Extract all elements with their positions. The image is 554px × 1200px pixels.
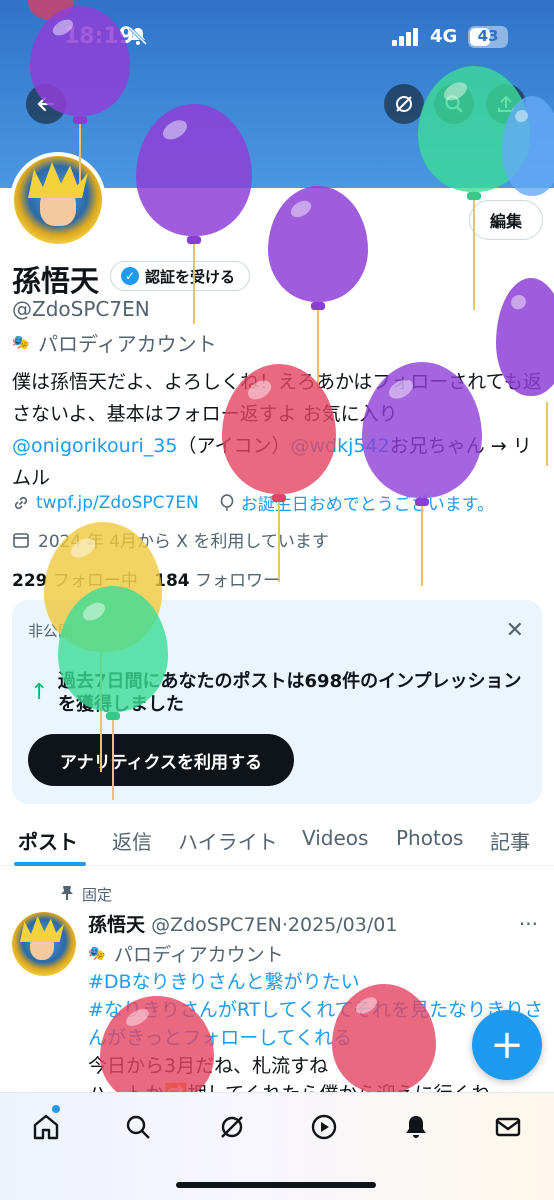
link-icon [14, 496, 28, 509]
bell-icon [406, 1116, 426, 1138]
follow-stats: 229 フォロー中 184 フォロワー [12, 566, 280, 591]
parody-mask-icon: 🎭 [12, 334, 30, 351]
search-button[interactable] [434, 84, 474, 124]
impressions-text: 過去7日間にあなたのポストは698件のインプレッションを獲得しました [58, 671, 522, 715]
status-bar: 18:19 4G 43 [0, 22, 554, 54]
arrow-up-icon: ↑ [30, 680, 49, 705]
post-parody-text: パロディアカウント [114, 944, 284, 966]
profile-avatar[interactable] [10, 152, 106, 248]
followers-count[interactable]: 184 [154, 571, 190, 591]
network-type: 4G [430, 26, 458, 47]
more-options-icon[interactable]: ··· [519, 912, 538, 936]
private-label: 非公開 [28, 622, 74, 640]
status-time: 18:19 [64, 24, 135, 49]
profile-website-link[interactable]: twpf.jp/ZdoSPC7EN [36, 493, 199, 513]
home-icon [33, 1114, 59, 1140]
bio-text: （アイコン） [177, 435, 291, 457]
parody-label-text: パロディアカウント [38, 332, 217, 356]
calendar-icon [13, 532, 29, 548]
bio-text: 僕は孫悟天だよ、よろしくね！えろあかはフォローされても返さないよ、基本はフォロー… [12, 371, 542, 425]
grok-icon [221, 1116, 243, 1138]
profile-tabs: ポスト 返信 ハイライト Videos Photos 記事 [0, 812, 554, 866]
home-indicator[interactable] [176, 1182, 376, 1188]
birthday-text[interactable]: お誕生日おめでとうございます。 [241, 490, 494, 515]
post-meta: @ZdoSPC7EN·2025/03/01 [151, 914, 398, 936]
pinned-text: 固定 [82, 886, 113, 904]
search-icon [445, 95, 463, 113]
hashtag-link[interactable]: #DBなりきりさんと繋がりたい [88, 968, 548, 996]
arrow-left-icon [37, 96, 55, 112]
back-button[interactable] [26, 84, 66, 124]
signal-icon [392, 28, 422, 46]
bio-mention-link[interactable]: @wdkj542 [291, 435, 390, 457]
nav-notifications[interactable] [398, 1109, 434, 1145]
silent-mode-icon [128, 26, 148, 51]
post-header: 孫悟天 @ZdoSPC7EN·2025/03/01 [88, 910, 397, 937]
pinned-label: 固定 [60, 884, 112, 905]
verified-check-icon: ✓ [121, 267, 139, 285]
followers-label[interactable]: フォロワー [195, 571, 280, 591]
share-button[interactable] [486, 84, 526, 124]
grok-button[interactable] [384, 84, 424, 124]
tab-photos[interactable]: Photos [396, 826, 463, 850]
nav-search[interactable] [120, 1109, 156, 1145]
close-icon[interactable]: ✕ [506, 618, 524, 643]
search-icon [126, 1115, 150, 1139]
bio-mention-link[interactable]: @onigorikouri_35 [12, 435, 177, 457]
plus-icon: + [490, 1022, 524, 1068]
active-tab-indicator [14, 862, 86, 866]
get-verified-button[interactable]: ✓ 認証を受ける [110, 261, 251, 291]
post-avatar[interactable] [12, 912, 76, 976]
notification-dot [52, 1105, 60, 1113]
post-author[interactable]: 孫悟天 [88, 914, 145, 936]
parody-mask-icon: 🎭 [88, 945, 106, 962]
nav-messages[interactable] [490, 1109, 526, 1145]
mail-icon [495, 1117, 521, 1137]
use-analytics-button[interactable]: アナリティクスを利用する [28, 734, 294, 786]
profile-handle: @ZdoSPC7EN [12, 297, 150, 321]
following-count[interactable]: 229 [12, 571, 48, 591]
joined-info: 2024 年 4月から X を利用しています [12, 527, 329, 552]
grok-icon [396, 96, 412, 112]
analytics-card: 非公開 ✕ ↑ 過去7日間にあなたのポストは698件のインプレッションを獲得しま… [12, 600, 542, 804]
profile-meta: twpf.jp/ZdoSPC7EN お誕生日おめでとうございます。 [12, 490, 494, 515]
nav-videos[interactable] [306, 1109, 342, 1145]
tab-articles[interactable]: 記事 [490, 826, 530, 855]
compose-button[interactable]: + [472, 1010, 542, 1080]
edit-profile-button[interactable]: 編集 [469, 200, 543, 240]
play-icon [311, 1114, 337, 1140]
nav-grok[interactable] [214, 1109, 250, 1145]
pin-icon [60, 885, 74, 905]
balloon-icon [220, 493, 234, 511]
battery-level: 43 [477, 27, 499, 45]
post-parody-label: 🎭 パロディアカウント [88, 940, 284, 967]
tab-replies[interactable]: 返信 [112, 826, 152, 855]
nav-home[interactable] [28, 1109, 64, 1145]
tab-videos[interactable]: Videos [302, 826, 368, 850]
share-icon [498, 95, 514, 112]
tab-highlights[interactable]: ハイライト [178, 826, 278, 855]
following-label[interactable]: フォロー中 [53, 571, 138, 591]
battery-icon: 43 [468, 26, 508, 48]
birthday-info: お誕生日おめでとうございます。 [219, 490, 494, 515]
parody-label: 🎭 パロディアカウント [12, 328, 217, 357]
joined-text: 2024 年 4月から X を利用しています [38, 532, 329, 552]
profile-name: 孫悟天 [12, 264, 100, 298]
get-verified-label: 認証を受ける [145, 267, 236, 286]
profile-bio: 僕は孫悟天だよ、よろしくね！えろあかはフォローされても返さないよ、基本はフォロー… [12, 366, 542, 494]
tab-posts[interactable]: ポスト [18, 826, 78, 855]
